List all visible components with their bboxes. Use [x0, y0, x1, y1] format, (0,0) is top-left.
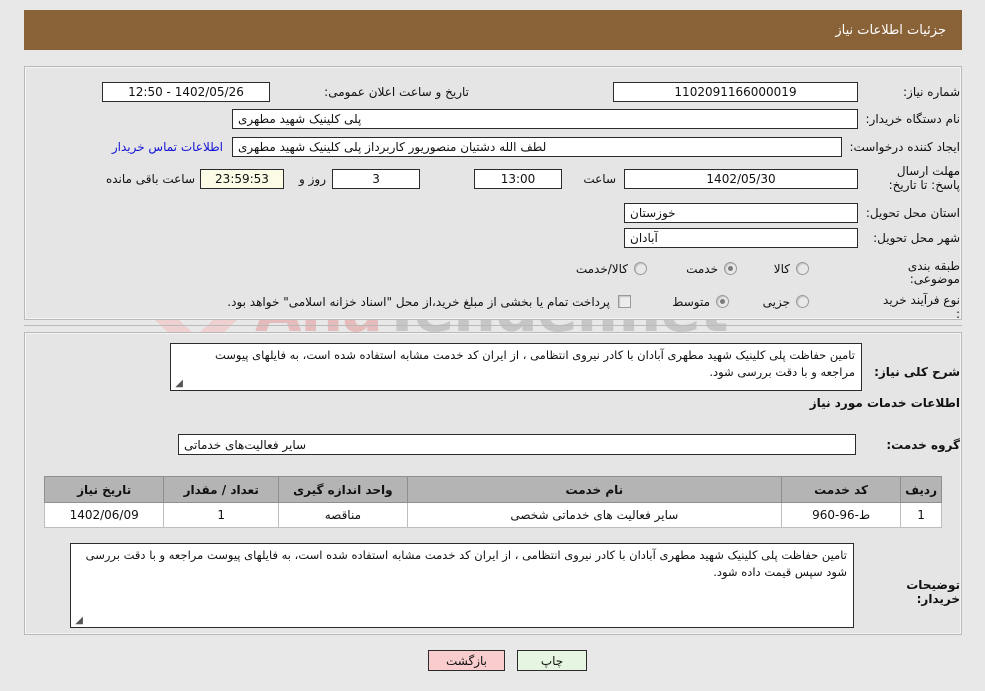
province-label: استان محل تحویل: [865, 206, 960, 220]
hour-label: ساعت [583, 172, 616, 186]
service-group-label: گروه خدمت: [886, 438, 960, 452]
buyer-notes-textarea[interactable]: تامین حفاظت پلی کلینیک شهید مطهری آبادان… [70, 543, 854, 628]
request-creator-value: لطف الله دشتیان منصوریور کاربرداز پلی کل… [232, 137, 842, 157]
checkbox-treasury-bonds-label: پرداخت تمام یا بخشی از مبلغ خرید،از محل … [227, 295, 610, 309]
col-quantity: تعداد / مقدار [163, 476, 280, 503]
city-label: شهر محل تحویل: [873, 231, 960, 245]
services-info-heading: اطلاعات خدمات مورد نیاز [809, 396, 960, 410]
print-button[interactable]: چاپ [517, 650, 587, 671]
col-row-no: ردیف [900, 476, 942, 503]
countdown-timer: 23:59:53 [200, 169, 284, 189]
services-table: ردیف کد خدمت نام خدمت واحد اندازه گیری ت… [43, 476, 942, 528]
radio-process-jozi[interactable] [796, 295, 809, 308]
cell-need-date: 1402/06/09 [43, 502, 165, 528]
table-row[interactable]: 1 ط-96-960 سایر فعالیت های خدماتی شخصی م… [43, 502, 942, 528]
radio-category-kala-label: کالا [773, 262, 790, 276]
section-divider [24, 325, 962, 326]
cell-quantity: 1 [163, 502, 280, 528]
page-header: جزئیات اطلاعات نیاز [24, 10, 962, 50]
radio-category-khedmat-label: خدمت [686, 262, 718, 276]
checkbox-treasury-bonds[interactable] [618, 295, 631, 308]
remaining-hours-label: ساعت باقی مانده [105, 172, 195, 186]
buyer-contact-link[interactable]: اطلاعات تماس خریدار [105, 140, 223, 154]
table-header-row: ردیف کد خدمت نام خدمت واحد اندازه گیری ت… [43, 476, 942, 503]
resize-grip-icon-2[interactable]: ◢ [74, 616, 83, 626]
radio-category-kala-khedmat[interactable] [634, 262, 647, 275]
deadline-hour-value: 13:00 [474, 169, 562, 189]
service-group-value: سایر فعالیت‌های خدماتی [178, 434, 856, 455]
need-number-label: شماره نیاز: [903, 85, 960, 99]
cell-row-no: 1 [900, 502, 942, 528]
category-label: طبقه بندی موضوعی: [907, 259, 960, 286]
remaining-days-value: 3 [332, 169, 420, 189]
announce-datetime-label: تاریخ و ساعت اعلان عمومی: [324, 85, 469, 99]
page-root: AnaTender.net جزئیات اطلاعات نیاز شماره … [0, 0, 985, 691]
province-value: خوزستان [624, 203, 858, 223]
days-label: روز و [299, 172, 326, 186]
deadline-label: مهلت ارسال پاسخ: تا تاریخ: [888, 164, 960, 192]
general-description-textarea[interactable]: تامین حفاظت پلی کلینیک شهید مطهری آبادان… [170, 343, 862, 391]
cell-service-code: ط-96-960 [781, 502, 902, 528]
buyer-notes-label: توضیحات خریدار: [906, 578, 960, 606]
radio-process-motavaset[interactable] [716, 295, 729, 308]
buyer-org-label: نام دستگاه خریدار: [865, 112, 961, 126]
city-value: آبادان [624, 228, 858, 248]
col-need-date: تاریخ نیاز [43, 476, 165, 503]
back-button[interactable]: بازگشت [428, 650, 505, 671]
cell-unit: مناقصه [278, 502, 408, 528]
request-creator-label: ایجاد کننده درخواست: [849, 140, 960, 154]
radio-category-kala[interactable] [796, 262, 809, 275]
announce-datetime-value: 1402/05/26 - 12:50 [102, 82, 270, 102]
col-service-name: نام خدمت [406, 476, 783, 503]
radio-process-jozi-label: جزیی [762, 295, 790, 309]
resize-grip-icon[interactable]: ◢ [174, 379, 183, 389]
buyer-org-value: پلی کلینیک شهید مطهری [232, 109, 858, 129]
radio-category-khedmat[interactable] [724, 262, 737, 275]
general-description-text: تامین حفاظت پلی کلینیک شهید مطهری آبادان… [214, 348, 855, 379]
general-description-label: شرح کلی نیاز: [874, 365, 960, 379]
need-info-panel [24, 66, 962, 320]
page-title: جزئیات اطلاعات نیاز [835, 22, 946, 38]
col-service-code: کد خدمت [781, 476, 902, 503]
deadline-date-value: 1402/05/30 [624, 169, 858, 189]
buyer-notes-text: تامین حفاظت پلی کلینیک شهید مطهری آبادان… [85, 548, 847, 579]
need-number-value: 1102091166000019 [613, 82, 858, 102]
cell-service-name: سایر فعالیت های خدماتی شخصی [406, 502, 783, 528]
col-unit: واحد اندازه گیری [278, 476, 408, 503]
radio-category-kala-khedmat-label: کالا/خدمت [575, 262, 628, 276]
radio-process-motavaset-label: متوسط [672, 295, 710, 309]
process-label: نوع فرآیند خرید : [883, 293, 960, 321]
